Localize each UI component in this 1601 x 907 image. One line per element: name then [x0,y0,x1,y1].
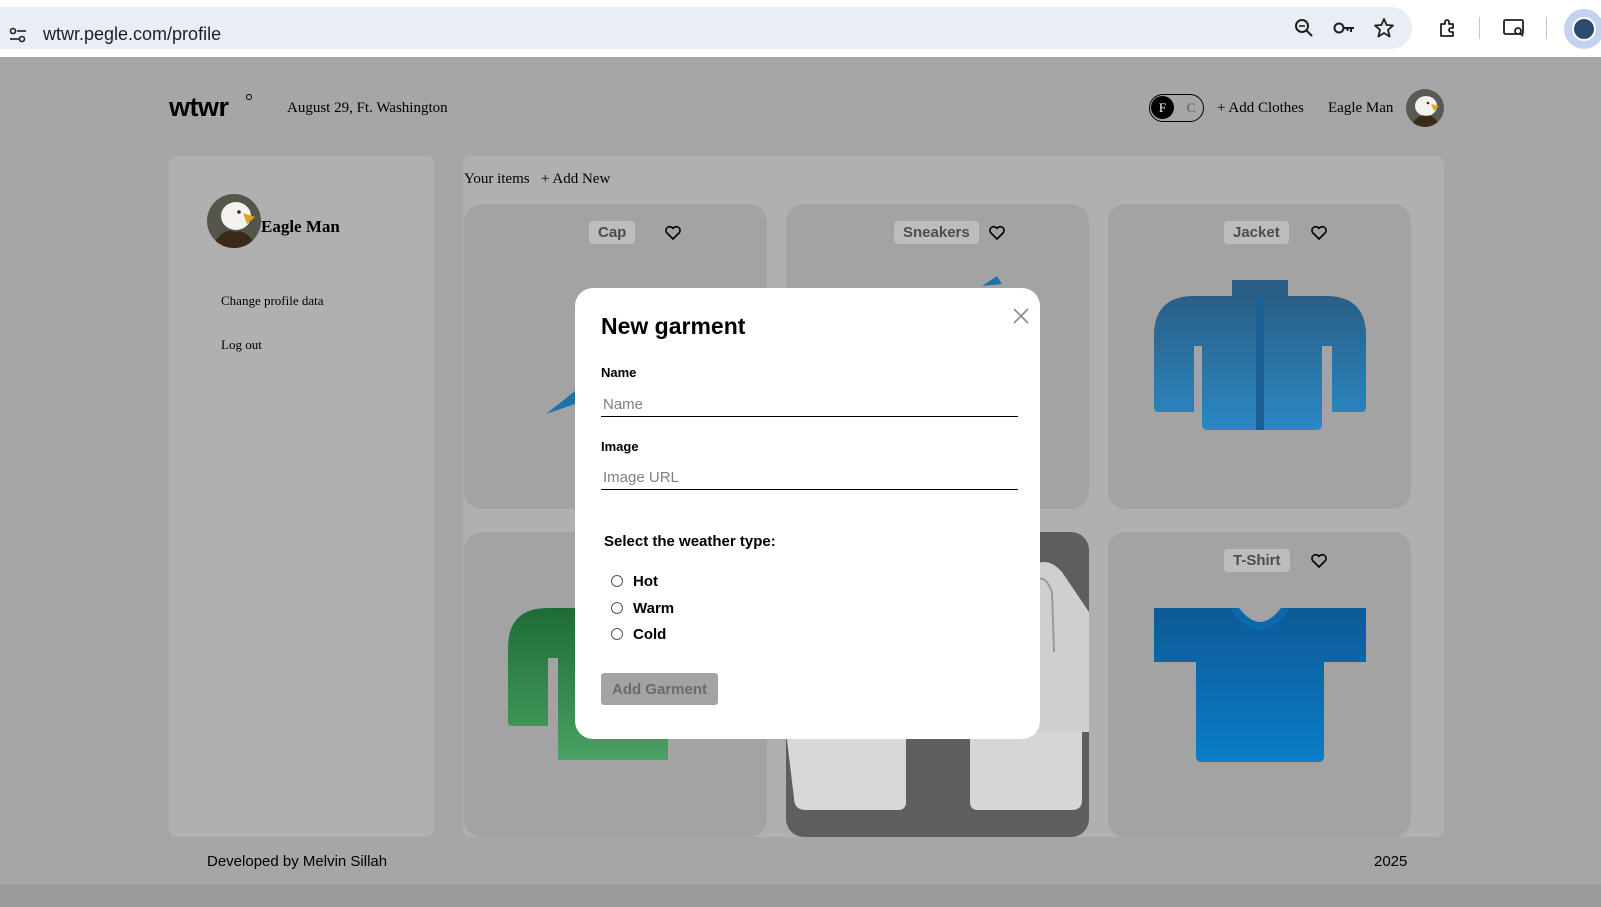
profile-sidebar: Eagle Man Change profile data Log out [169,156,434,837]
browser-toolbar: wtwr.pegle.com/profile [0,0,1601,57]
radio-button[interactable] [611,575,623,587]
avatar[interactable] [1406,89,1444,127]
items-title: Your items [464,171,530,187]
name-input[interactable] [601,393,1018,417]
avatar [207,194,261,248]
add-clothes-button[interactable]: + Add Clothes [1217,100,1304,117]
item-card-jacket[interactable]: Jacket [1108,204,1411,509]
card-label: Jacket [1224,221,1289,244]
sidebar-username: Eagle Man [261,217,340,236]
temperature-unit-toggle[interactable]: F C [1149,94,1204,122]
extensions-icon[interactable] [1436,16,1460,40]
toggle-f-label: F [1151,96,1174,119]
jacket-image [1154,280,1366,430]
footer-band [0,885,1601,907]
toggle-c-label: C [1186,100,1196,115]
site-settings-icon[interactable] [9,26,27,44]
radio-label: Cold [633,625,667,643]
profile-avatar [1572,17,1596,41]
add-garment-button[interactable]: Add Garment [601,673,718,705]
card-label: Sneakers [894,221,979,244]
radio-button[interactable] [611,602,623,614]
eagle-avatar-icon [1406,89,1444,127]
name-label: Name [601,365,637,380]
radio-label: Hot [633,572,658,590]
radio-button[interactable] [611,628,623,640]
toolbar-divider [1546,17,1547,39]
header-username: Eagle Man [1328,100,1394,116]
weather-option-hot[interactable]: Hot [611,571,658,591]
heart-icon[interactable] [1310,552,1328,570]
media-router-icon[interactable] [1502,16,1526,40]
key-icon[interactable] [1332,16,1356,40]
heart-icon[interactable] [664,224,682,242]
logout-button[interactable]: Log out [221,337,262,353]
zoom-icon[interactable] [1292,16,1316,40]
modal-title: New garment [601,313,746,339]
toolbar-divider [1479,17,1480,39]
address-bar[interactable]: wtwr.pegle.com/profile [0,7,1412,49]
heart-icon[interactable] [1310,224,1328,242]
eagle-avatar-icon [207,194,261,248]
app-logo[interactable]: wtwr [169,92,229,123]
weather-type-heading: Select the weather type: [604,533,776,550]
change-profile-button[interactable]: Change profile data [221,293,324,309]
footer-credit: Developed by Melvin Sillah [207,853,388,870]
tshirt-image [1154,608,1366,762]
heart-icon[interactable] [988,224,1006,242]
radio-label: Warm [633,599,675,617]
add-new-button[interactable]: + Add New [541,171,610,188]
logo-degree-mark [246,94,252,100]
weather-option-cold[interactable]: Cold [611,624,666,644]
footer-year: 2025 [1374,853,1408,870]
new-garment-modal: New garment Name Image Select the weathe… [575,288,1040,739]
url-text[interactable]: wtwr.pegle.com/profile [43,24,221,45]
weather-option-warm[interactable]: Warm [611,598,674,618]
card-label: Cap [589,221,636,244]
item-card-tshirt[interactable]: T-Shirt [1108,532,1411,837]
image-label: Image [601,439,639,454]
card-label: T-Shirt [1224,549,1290,572]
profile-icon[interactable] [1564,9,1601,49]
image-url-input[interactable] [601,466,1018,490]
date-location: August 29, Ft. Washington [287,100,448,116]
close-icon[interactable] [1012,307,1030,325]
star-icon[interactable] [1372,16,1396,40]
